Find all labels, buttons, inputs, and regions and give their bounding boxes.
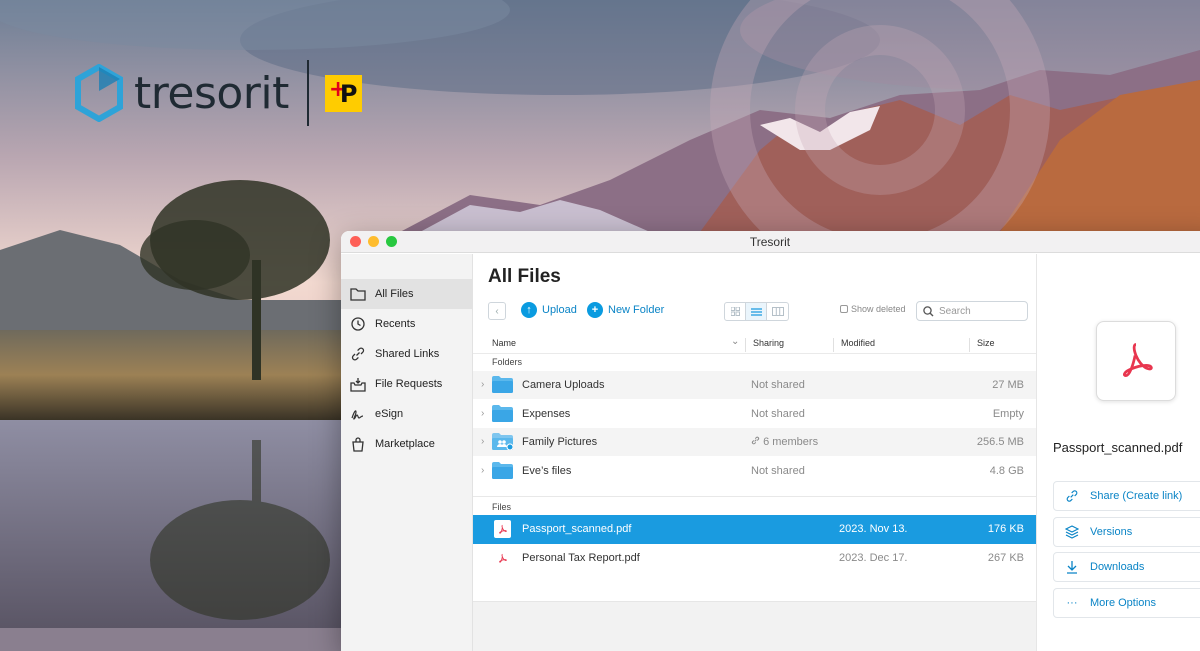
pdf-file-icon [494, 549, 511, 567]
brand-divider [306, 60, 309, 126]
chevron-right-icon[interactable]: › [481, 379, 484, 390]
sidebar-item-recents[interactable]: Recents [341, 309, 472, 339]
folder-row[interactable]: › Camera Uploads Not shared 27 MB [473, 371, 1036, 399]
folder-icon [350, 286, 366, 302]
clock-icon [350, 316, 366, 332]
show-deleted-toggle[interactable]: Show deleted [840, 304, 906, 314]
share-create-link-button[interactable]: Share (Create link) [1053, 481, 1200, 511]
more-options-button[interactable]: ··· More Options [1053, 588, 1200, 618]
file-browser: All Files ‹ ↑ Upload + New Folder Show d… [473, 254, 1036, 651]
layers-icon [1064, 524, 1080, 540]
title-bar: Tresorit [341, 231, 1200, 253]
sidebar-item-file-requests[interactable]: File Requests [341, 369, 472, 399]
chevron-right-icon[interactable]: › [481, 465, 484, 476]
chevron-right-icon[interactable]: › [481, 408, 484, 419]
swiss-post-logo-icon: + P [324, 74, 362, 112]
files-section-label: Files [492, 502, 512, 512]
link-icon [350, 346, 366, 362]
show-deleted-checkbox[interactable] [840, 305, 848, 313]
search-placeholder: Search [939, 305, 971, 317]
chevron-left-icon: ‹ [495, 305, 499, 317]
plus-icon: + [587, 302, 603, 318]
folder-row[interactable]: › Family Pictures 6 members 256.5 MB [473, 428, 1036, 456]
folder-icon [492, 376, 513, 393]
shopping-bag-icon [350, 436, 366, 452]
sidebar-item-shared-links[interactable]: Shared Links [341, 339, 472, 369]
details-panel: Passport_scanned.pdf Share (Create link)… [1036, 254, 1200, 651]
link-icon [1064, 488, 1080, 504]
sidebar-item-label: eSign [375, 408, 404, 420]
sidebar-item-label: All Files [375, 288, 414, 300]
file-row[interactable]: Personal Tax Report.pdf 2023. Dec 17. 26… [473, 544, 1036, 572]
column-header: Name ⌄ Sharing Modified Size [473, 332, 1036, 354]
file-row[interactable]: Passport_scanned.pdf 2023. Nov 13. 176 K… [473, 515, 1036, 544]
download-icon [1064, 559, 1080, 575]
shared-folder-icon [492, 433, 513, 450]
column-view-button[interactable] [767, 303, 788, 320]
column-modified[interactable]: Modified [841, 338, 875, 348]
search-icon [923, 305, 934, 316]
brand-name: tresorit [134, 67, 289, 119]
upload-arrow-icon: ↑ [521, 302, 537, 318]
sidebar: All Files Recents Shared Links File Requ… [341, 254, 473, 651]
app-window: Tresorit All Files Recents Shared Links [341, 231, 1200, 651]
versions-button[interactable]: Versions [1053, 517, 1200, 547]
brand-logo: tresorit + P [74, 60, 362, 126]
column-sharing[interactable]: Sharing [753, 338, 784, 348]
list-icon [750, 307, 762, 316]
signature-icon [350, 406, 366, 422]
grid-view-button[interactable] [725, 303, 746, 320]
chevron-right-icon[interactable]: › [481, 436, 484, 447]
link-icon [751, 436, 760, 445]
sidebar-item-all-files[interactable]: All Files [341, 279, 472, 309]
sidebar-item-label: Marketplace [375, 438, 435, 450]
more-icon: ··· [1066, 597, 1078, 609]
toolbar: ‹ ↑ Upload + New Folder Show deleted Sea… [488, 301, 1028, 321]
pdf-file-icon [1123, 343, 1153, 378]
grid-icon [730, 307, 740, 316]
file-request-icon [350, 376, 366, 392]
column-name[interactable]: Name [492, 338, 516, 348]
tresorit-logo-icon [75, 64, 123, 122]
columns-icon [771, 307, 784, 316]
window-title: Tresorit [749, 235, 791, 249]
sidebar-item-label: File Requests [375, 378, 443, 390]
sidebar-item-esign[interactable]: eSign [341, 399, 472, 429]
column-size[interactable]: Size [977, 338, 995, 348]
new-folder-button[interactable]: + New Folder [587, 302, 664, 318]
folder-row[interactable]: › Eve’s files Not shared 4.8 GB [473, 457, 1036, 485]
sidebar-item-label: Recents [375, 318, 416, 330]
folder-icon [492, 405, 513, 422]
list-view-button[interactable] [746, 303, 767, 320]
folder-row[interactable]: › Expenses Not shared Empty [473, 400, 1036, 428]
view-mode-toggle [724, 302, 789, 321]
sidebar-item-label: Shared Links [375, 348, 440, 360]
upload-button[interactable]: ↑ Upload [521, 302, 577, 318]
downloads-button[interactable]: Downloads [1053, 552, 1200, 582]
file-list-footer [473, 601, 1036, 651]
page-title: All Files [488, 266, 561, 287]
sidebar-item-marketplace[interactable]: Marketplace [341, 429, 472, 459]
sort-chevron-icon[interactable]: ⌄ [731, 336, 739, 347]
folder-icon [492, 462, 513, 479]
folders-section-label: Folders [492, 357, 523, 367]
selected-file-name: Passport_scanned.pdf [1053, 440, 1183, 455]
back-button[interactable]: ‹ [488, 302, 506, 320]
pdf-file-icon [494, 520, 511, 538]
file-preview [1096, 321, 1176, 401]
search-input[interactable]: Search [916, 301, 1028, 321]
